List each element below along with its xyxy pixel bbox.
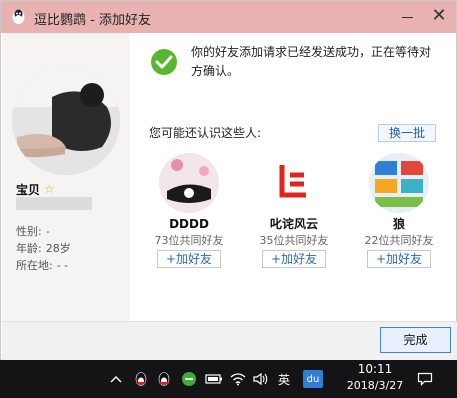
- done-button[interactable]: 完成: [380, 327, 451, 353]
- suggested-person: DDDD 73位共同好友 +加好友: [144, 153, 234, 268]
- battery-icon[interactable]: [204, 370, 224, 388]
- person-name: 叱诧风云: [269, 217, 318, 231]
- age-row: 年龄: 28岁: [16, 240, 71, 256]
- window-title: 逗比鹦鹉 - 添加好友: [34, 13, 151, 28]
- profile-panel: 宝贝 ☆ 性别: - 年龄: 28岁 所在地: - -: [2, 33, 130, 321]
- star-icon: ☆: [44, 182, 55, 196]
- speaker-icon[interactable]: [251, 370, 269, 388]
- location-label: 所在地:: [16, 259, 53, 272]
- profile-avatar: [12, 67, 120, 175]
- baidu-input-icon[interactable]: du: [303, 370, 323, 388]
- penguin-icon[interactable]: [155, 370, 173, 388]
- person-name: 狼: [392, 217, 405, 231]
- penguin-icon: [12, 9, 25, 24]
- mutual-friends-count: 73位共同好友: [154, 234, 224, 247]
- clock-time[interactable]: 10:11: [340, 362, 410, 376]
- person-name: DDDD: [169, 217, 209, 231]
- refresh-suggestions-button[interactable]: 换一批: [378, 124, 436, 142]
- suggestions-heading: 您可能还认识这些人:: [149, 126, 262, 140]
- add-friend-button[interactable]: +加好友: [262, 250, 326, 268]
- add-friend-button[interactable]: +加好友: [367, 250, 431, 268]
- person-avatar[interactable]: [369, 153, 429, 213]
- notification-icon[interactable]: [416, 370, 434, 388]
- ime-indicator[interactable]: 英: [275, 370, 293, 388]
- penguin-icon[interactable]: [132, 370, 150, 388]
- gender-value: -: [45, 225, 50, 238]
- title-bar: 逗比鹦鹉 - 添加好友 ✕: [1, 1, 456, 33]
- minimize-button[interactable]: [396, 5, 420, 29]
- suggested-person: 狼 22位共同好友 +加好友: [354, 153, 444, 268]
- nickname-row: 宝贝 ☆: [16, 181, 55, 197]
- mutual-friends-count: 22位共同好友: [364, 234, 434, 247]
- close-button[interactable]: ✕: [427, 5, 451, 29]
- gender-label: 性别:: [16, 225, 42, 238]
- person-avatar[interactable]: [159, 153, 219, 213]
- wechat-icon[interactable]: [180, 370, 198, 388]
- add-friend-window: 逗比鹦鹉 - 添加好友 ✕ 宝贝 ☆ 性别:- 年龄:28岁 所在地: -: [0, 0, 457, 361]
- clock-date[interactable]: 2018/3/27: [337, 379, 413, 392]
- gender-row: 性别: -: [16, 223, 50, 239]
- chevron-up-icon[interactable]: [108, 370, 124, 388]
- obscured-account-number: [16, 197, 92, 210]
- mutual-friends-count: 35位共同好友: [259, 234, 329, 247]
- location-value: - -: [56, 259, 69, 272]
- person-avatar[interactable]: [264, 153, 324, 213]
- check-circle-icon: [151, 49, 177, 75]
- success-message: 你的好友添加请求已经发送成功，正在等待对方确认。: [191, 45, 432, 78]
- nickname: 宝贝: [16, 182, 41, 197]
- age-label: 年龄:: [16, 242, 42, 255]
- dialog-footer: 完成: [2, 321, 457, 361]
- add-friend-button[interactable]: +加好友: [157, 250, 221, 268]
- taskbar: 英 du 10:11 2018/3/27: [0, 360, 457, 398]
- suggested-person: 叱诧风云 35位共同好友 +加好友: [249, 153, 339, 268]
- age-value: 28岁: [45, 242, 71, 255]
- wifi-icon[interactable]: [229, 370, 247, 388]
- location-row: 所在地: - -: [16, 257, 68, 273]
